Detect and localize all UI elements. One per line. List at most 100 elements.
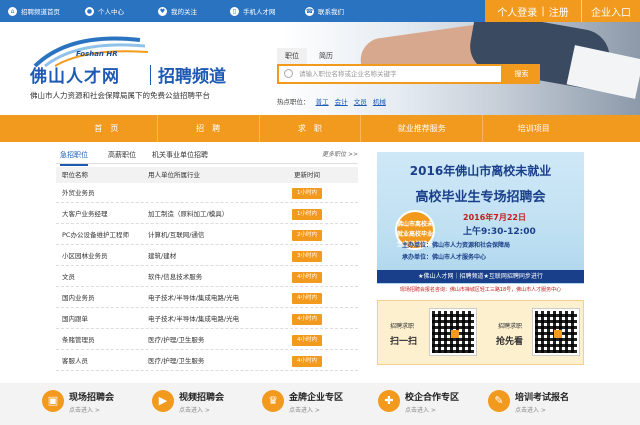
job-industry: 电子技术/半导体/集成电路/光电 bbox=[148, 294, 240, 302]
topbar-home-link[interactable]: ⌂ 招聘频道首页 bbox=[8, 0, 60, 22]
search-button[interactable]: 搜索 bbox=[503, 64, 540, 84]
topbar-mobile-label: 手机人才网 bbox=[243, 8, 276, 16]
update-time-badge: 3小时内 bbox=[292, 251, 322, 262]
logo-channel: 招聘频道 bbox=[158, 67, 226, 87]
top-bar: ⌂ 招聘频道首页 ● 个人中心 ♥ 我的关注 ▯ 手机人才网 ☎ 联系我们 个人… bbox=[0, 0, 640, 22]
job-fair-banner[interactable]: 2016年佛山市离校未就业 高校毕业生专场招聘会 佛山市离校未就业高校毕业生专场… bbox=[377, 152, 584, 297]
qr-left-title: 招聘求职 bbox=[390, 323, 415, 330]
feature-bar: ▣ 现场招聘会 点击进入 > ▶ 视频招聘会 点击进入 > ♛ 金牌企业专区 点… bbox=[0, 383, 640, 425]
job-industry: 计算机/互联网/通信 bbox=[148, 231, 205, 239]
heart-icon: ♥ bbox=[158, 6, 167, 16]
qr-left-caption: 扫一扫 bbox=[390, 337, 418, 347]
logo-english: Foshan HR bbox=[76, 50, 118, 58]
update-time-badge: 1小时内 bbox=[292, 209, 322, 220]
update-time-badge: 1小时内 bbox=[292, 188, 322, 199]
feature-onsite-fair[interactable]: ▣ 现场招聘会 点击进入 > bbox=[42, 387, 147, 421]
topbar-contact-label: 联系我们 bbox=[318, 8, 344, 16]
topbar-mobile-link[interactable]: ▯ 手机人才网 bbox=[230, 0, 276, 22]
feature-school-enterprise[interactable]: ✚ 校企合作专区 点击进入 > bbox=[378, 387, 483, 421]
nav-employment-service[interactable]: 就业推荐服务 bbox=[361, 115, 484, 142]
company-entry-link[interactable]: 企业入口 bbox=[582, 0, 640, 22]
search-tab-job[interactable]: 职位 bbox=[277, 48, 307, 64]
nav-training[interactable]: 培训项目 bbox=[483, 115, 584, 142]
table-row[interactable]: 小区园林业务员 建筑/建材 3小时内 bbox=[56, 246, 358, 266]
feature-video-fair[interactable]: ▶ 视频招聘会 点击进入 > bbox=[152, 387, 257, 421]
personal-login-link[interactable]: 个人登录 bbox=[497, 4, 537, 19]
tab-high-salary[interactable]: 高薪职位 bbox=[108, 146, 136, 164]
register-link[interactable]: 注册 bbox=[549, 4, 569, 19]
hot-job-link[interactable]: 会计 bbox=[335, 98, 348, 106]
hot-job-link[interactable]: 机械 bbox=[373, 98, 386, 106]
search-input[interactable]: 请输入职位名称或企业名称关键字 bbox=[277, 64, 503, 84]
table-row[interactable]: 文员 软件/信息技术服务 4小时内 bbox=[56, 267, 358, 287]
phone-icon: ☎ bbox=[305, 6, 314, 16]
feature-sub: 点击进入 > bbox=[515, 407, 546, 414]
job-industry: 软件/信息技术服务 bbox=[148, 273, 203, 281]
update-time-badge: 4小时内 bbox=[292, 356, 322, 367]
nav-jobseek[interactable]: 求 职 bbox=[260, 115, 362, 142]
banner-title-2: 高校毕业生专场招聘会 bbox=[415, 190, 546, 205]
hot-jobs: 热点职位： 普工 会计 文员 机械 bbox=[277, 96, 386, 106]
table-row[interactable]: PC办公设备维护工程师 计算机/互联网/通信 2小时内 bbox=[56, 225, 358, 245]
topbar-contact-link[interactable]: ☎ 联系我们 bbox=[305, 0, 344, 22]
table-row[interactable]: 大客户业务经理 加工制造（原料加工/模具） 1小时内 bbox=[56, 204, 358, 224]
site-slogan: 佛山市人力资源和社会保障局属下的免费公益招聘平台 bbox=[30, 91, 210, 100]
tab-government-jobs[interactable]: 机关事业单位招聘 bbox=[152, 146, 208, 164]
mobile-icon: ▯ bbox=[230, 6, 239, 16]
banner-footer: 现场招聘会报名咨询：佛山市禅城区轻工三路18号，佛山市人才服务中心 bbox=[377, 284, 584, 297]
job-title[interactable]: 客服人员 bbox=[62, 351, 88, 371]
table-row[interactable]: 国内业务员 电子技术/半导体/集成电路/光电 4小时内 bbox=[56, 288, 358, 308]
table-row[interactable]: 外贸业务员 1小时内 bbox=[56, 183, 358, 203]
topbar-personal-link[interactable]: ● 个人中心 bbox=[85, 0, 124, 22]
more-jobs-link[interactable]: 更多职位 >> bbox=[322, 146, 358, 164]
banner-time: 上午9:30-12:00 bbox=[463, 227, 536, 237]
login-separator: | bbox=[541, 5, 545, 17]
table-row[interactable]: 条赌管理员 医疗/护理/卫生服务 4小时内 bbox=[56, 330, 358, 350]
qr-panel: 招聘求职 扫一扫 招聘求职 抢先看 bbox=[377, 300, 584, 365]
book-icon: ✎ bbox=[488, 390, 510, 412]
update-time-badge: 4小时内 bbox=[292, 335, 322, 346]
job-title[interactable]: 条赌管理员 bbox=[62, 330, 95, 350]
tab-urgent-jobs[interactable]: 急招职位 bbox=[60, 146, 88, 166]
nav-home[interactable]: 首 页 bbox=[56, 115, 158, 142]
handshake-photo-cuff bbox=[566, 45, 640, 99]
home-icon: ⌂ bbox=[8, 6, 17, 16]
main-nav: 首 页 招 聘 求 职 就业推荐服务 培训项目 bbox=[0, 115, 640, 142]
feature-gold-companies[interactable]: ♛ 金牌企业专区 点击进入 > bbox=[262, 387, 372, 421]
job-industry: 电子技术/半导体/集成电路/光电 bbox=[148, 315, 240, 323]
topbar-follow-link[interactable]: ♥ 我的关注 bbox=[158, 0, 197, 22]
job-industry: 建筑/建材 bbox=[148, 252, 177, 260]
job-table-header: 职位名称 用人单位所属行业 更新时间 bbox=[56, 167, 358, 183]
hot-job-link[interactable]: 文员 bbox=[354, 98, 367, 106]
logo-title[interactable]: 佛山人才网 bbox=[30, 62, 120, 87]
job-title[interactable]: 国内业务员 bbox=[62, 288, 95, 308]
banner-title-1: 2016年佛山市离校未就业 bbox=[409, 164, 552, 178]
job-title[interactable]: PC办公设备维护工程师 bbox=[62, 225, 129, 245]
nav-recruit[interactable]: 招 聘 bbox=[158, 115, 260, 142]
job-title[interactable]: 大客户业务经理 bbox=[62, 204, 108, 224]
update-time-badge: 4小时内 bbox=[292, 272, 322, 283]
job-title[interactable]: 文员 bbox=[62, 267, 75, 287]
job-title[interactable]: 外贸业务员 bbox=[62, 183, 95, 203]
feature-training-exam[interactable]: ✎ 培训考试报名 点击进入 > bbox=[488, 387, 598, 421]
table-row[interactable]: 客服人员 医疗/护理/卫生服务 4小时内 bbox=[56, 351, 358, 371]
search-icon bbox=[284, 69, 293, 78]
col-header-industry: 用人单位所属行业 bbox=[148, 171, 200, 179]
hot-jobs-label: 热点职位： bbox=[277, 98, 310, 106]
banner-host: 承办单位：佛山市人才服务中心 bbox=[402, 254, 487, 261]
job-title[interactable]: 国内跟单 bbox=[62, 309, 88, 329]
banner-organizer: 主办单位：佛山市人力资源和社会保障局 bbox=[402, 242, 511, 249]
feature-title: 金牌企业专区 bbox=[289, 393, 344, 403]
user-icon: ● bbox=[85, 6, 94, 16]
feature-title: 视频招聘会 bbox=[179, 393, 225, 403]
topbar-follow-label: 我的关注 bbox=[171, 8, 197, 16]
job-title[interactable]: 小区园林业务员 bbox=[62, 246, 108, 266]
qr-right-title: 招聘求职 bbox=[498, 323, 523, 330]
hot-job-link[interactable]: 普工 bbox=[316, 98, 329, 106]
job-list-panel: 急招职位 高薪职位 机关事业单位招聘 更多职位 >> 职位名称 用人单位所属行业… bbox=[56, 146, 358, 386]
login-register-area: 个人登录 | 注册 bbox=[485, 0, 581, 22]
table-row[interactable]: 国内跟单 电子技术/半导体/集成电路/光电 4小时内 bbox=[56, 309, 358, 329]
qr-right-caption: 抢先看 bbox=[496, 337, 524, 347]
page: ⌂ 招聘频道首页 ● 个人中心 ♥ 我的关注 ▯ 手机人才网 ☎ 联系我们 个人… bbox=[0, 0, 640, 425]
search-tab-resume[interactable]: 简历 bbox=[311, 48, 341, 64]
